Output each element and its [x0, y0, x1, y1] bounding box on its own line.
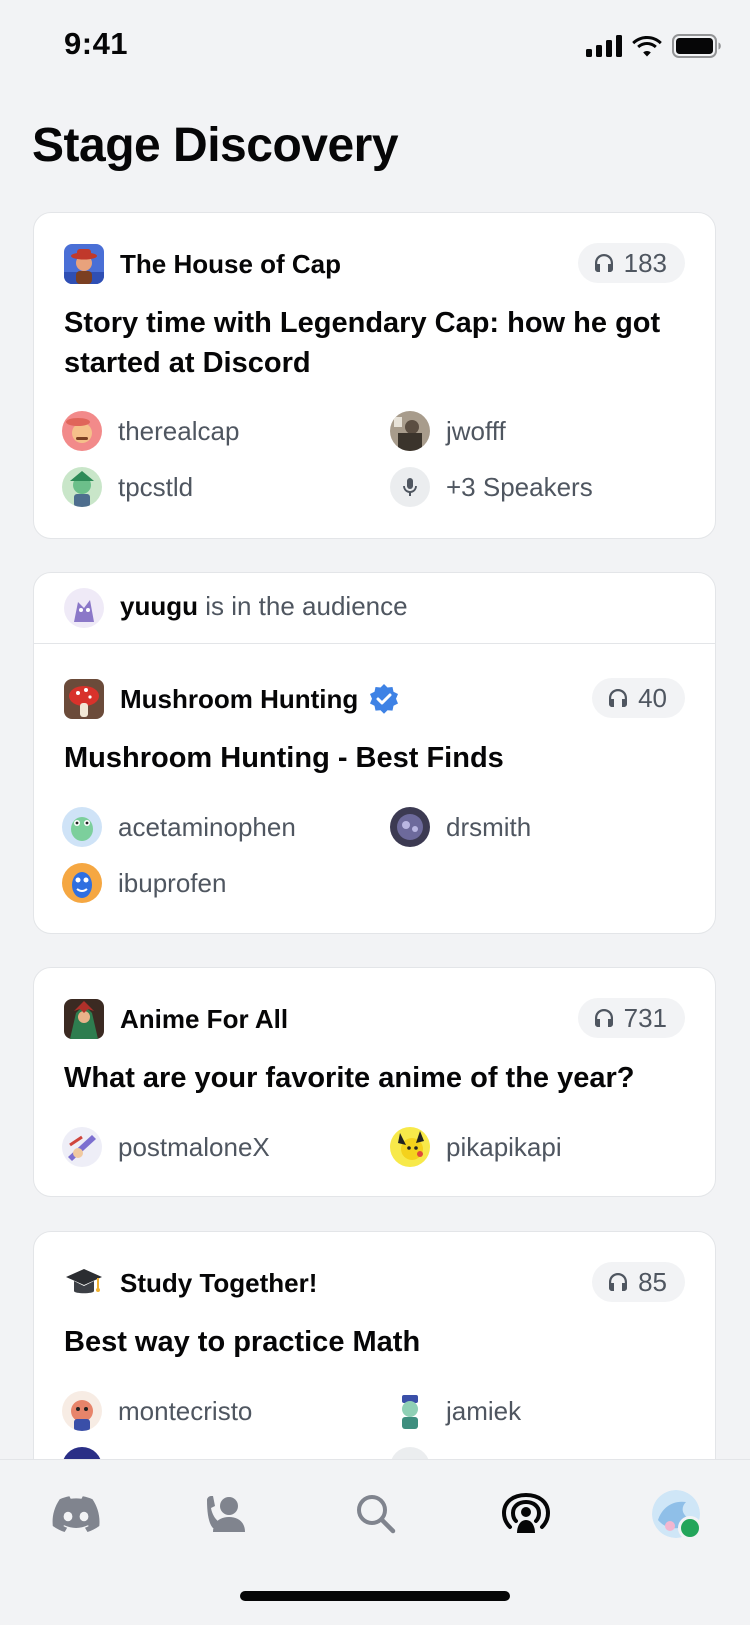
speaker[interactable]: montecristo [62, 1391, 252, 1431]
server-icon [64, 679, 104, 719]
avatar [652, 1490, 702, 1540]
listener-count-value: 731 [623, 1002, 667, 1033]
listener-count: 85 [592, 1262, 685, 1302]
listener-count-value: 40 [638, 682, 667, 713]
search-tab[interactable] [346, 1484, 406, 1544]
status-bar: 9:41 [0, 0, 750, 92]
wifi-icon [632, 36, 662, 57]
server-name: Anime For All [120, 1003, 289, 1034]
speaker-name: montecristo [118, 1395, 253, 1426]
stage-topic: Mushroom Hunting - Best Finds [64, 742, 504, 774]
audience-row: yuugu is in the audience [34, 573, 715, 644]
server-name: Study Together! [120, 1267, 318, 1298]
friends-icon [207, 1496, 245, 1532]
stage-topic: Story time with Legendary Cap: how he go… [64, 307, 661, 379]
cellular-signal-icon [586, 35, 622, 57]
speaker-name: acetaminophen [118, 811, 296, 842]
headphones-icon [609, 689, 628, 707]
speaker-name: postmaloneX [118, 1131, 270, 1162]
avatar [64, 588, 104, 628]
audience-text: yuugu is in the audience [120, 591, 408, 622]
listener-count: 731 [577, 998, 685, 1038]
speaker-name: jwofff [446, 415, 506, 446]
more-speakers-label: +3 Speakers [446, 471, 593, 502]
stage-broadcast-icon [502, 1493, 550, 1533]
listener-count-value: 85 [638, 1266, 667, 1297]
home-tab[interactable] [46, 1484, 106, 1544]
stage-discovery-tab[interactable] [496, 1484, 556, 1544]
status-icons [586, 34, 722, 58]
headphones-icon [594, 254, 613, 272]
stage-card[interactable]: yuugu is in the audience Mushroom Huntin… [33, 572, 716, 934]
speaker-name: tpcstld [118, 471, 194, 502]
home-indicator [240, 1591, 510, 1601]
audience-user: yuugu [120, 591, 198, 621]
server-name: Mushroom Hunting [120, 683, 359, 714]
speaker[interactable]: tpcstld [62, 467, 193, 507]
speaker-name: ibuprofen [118, 867, 227, 898]
server-name: The House of Cap [120, 248, 342, 279]
headphones-icon [594, 1009, 613, 1027]
server-icon [64, 999, 104, 1039]
verified-badge-icon [370, 684, 399, 714]
listener-count-value: 183 [623, 247, 667, 278]
more-speakers[interactable]: +3 Speakers [390, 467, 593, 507]
speaker-name: therealcap [118, 415, 240, 446]
stage-card[interactable]: The House of Cap 183 Story time with Leg… [33, 212, 716, 539]
speaker[interactable]: jwofff [390, 411, 506, 451]
avatar [62, 807, 102, 847]
speaker-name: drsmith [446, 811, 532, 842]
avatar [62, 467, 102, 507]
avatar [390, 807, 430, 847]
stage-topic: What are your favorite anime of the year… [64, 1062, 635, 1094]
server-icon [64, 1263, 104, 1303]
speaker-name: jamiek [446, 1395, 522, 1426]
friends-tab[interactable] [196, 1484, 256, 1544]
speaker-name: pikapikapi [446, 1131, 562, 1162]
stage-card[interactable]: Anime For All 731 What are your favorite… [33, 967, 716, 1197]
speaker[interactable]: therealcap [62, 411, 239, 451]
stage-topic: Best way to practice Math [64, 1326, 421, 1358]
speaker[interactable]: postmaloneX [62, 1127, 270, 1167]
online-status-indicator [678, 1516, 702, 1540]
listener-count: 40 [592, 678, 685, 718]
avatar [62, 1391, 102, 1431]
avatar [390, 1127, 430, 1167]
status-time: 9:41 [64, 26, 129, 61]
profile-tab[interactable] [646, 1484, 706, 1544]
microphone-icon [390, 467, 430, 507]
battery-icon [672, 34, 721, 58]
speaker[interactable]: acetaminophen [62, 807, 296, 847]
avatar [62, 1127, 102, 1167]
speaker[interactable]: pikapikapi [390, 1127, 562, 1167]
speaker[interactable]: drsmith [390, 807, 531, 847]
speaker[interactable]: ibuprofen [62, 863, 226, 903]
search-icon [357, 1495, 396, 1534]
avatar [390, 411, 430, 451]
headphones-icon [609, 1273, 628, 1291]
audience-suffix: is in the audience [198, 591, 408, 621]
server-icon [64, 244, 104, 284]
avatar [62, 863, 102, 903]
listener-count: 183 [577, 243, 685, 283]
discord-logo-icon [52, 1496, 100, 1532]
avatar [390, 1391, 430, 1431]
avatar [62, 411, 102, 451]
speaker[interactable]: jamiek [390, 1391, 521, 1431]
page-title: Stage Discovery [32, 119, 399, 172]
